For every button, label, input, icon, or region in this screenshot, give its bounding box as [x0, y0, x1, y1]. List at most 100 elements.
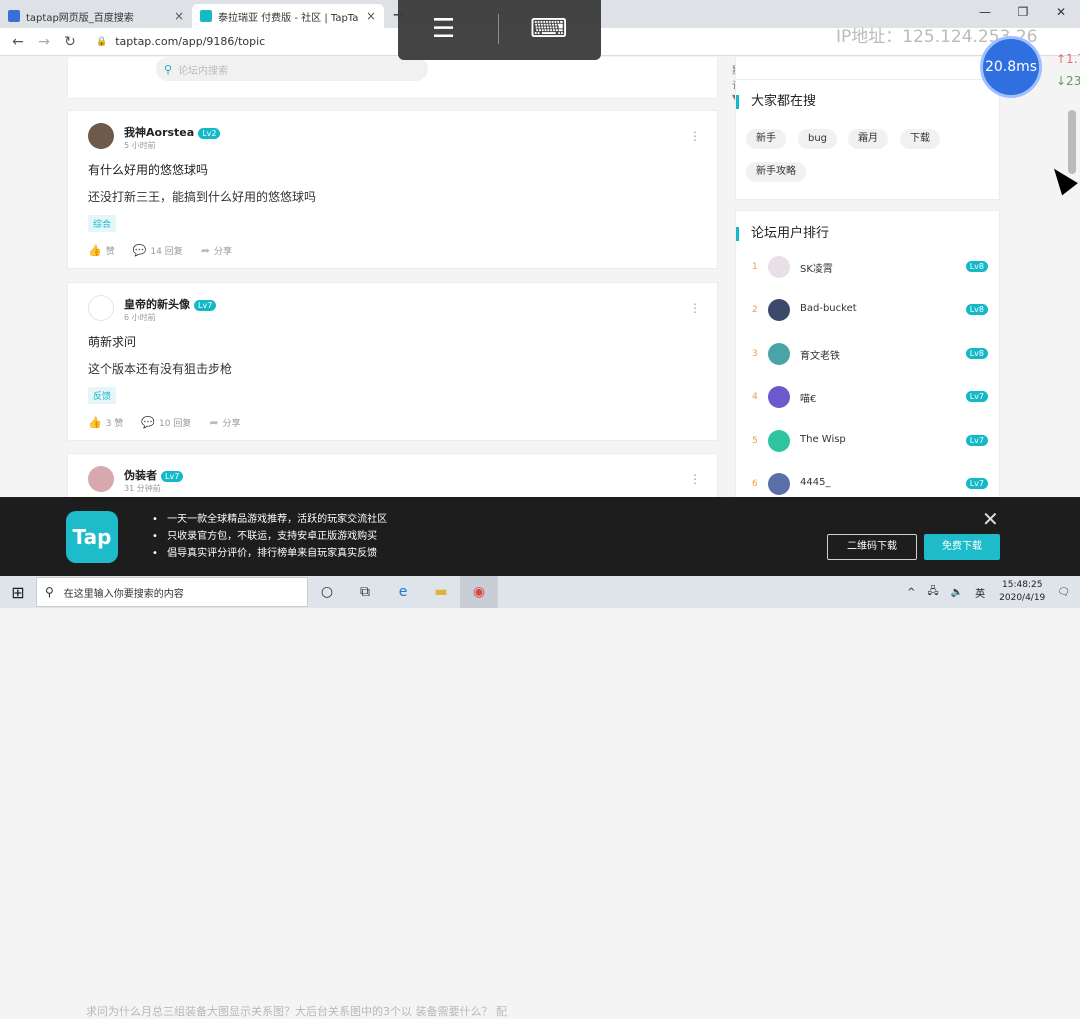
post-title[interactable]: 有什么好用的悠悠球吗: [88, 161, 208, 178]
post-body[interactable]: 这个版本还有没有狙击步枪: [88, 360, 232, 377]
post-tag[interactable]: 综合: [88, 215, 117, 232]
rank-row[interactable]: 4 喵€ Lv7: [748, 383, 988, 413]
avatar: [768, 343, 790, 365]
avatar: [768, 299, 790, 321]
author-name: 伪装者: [124, 469, 157, 482]
share-icon: ➦: [209, 416, 219, 429]
forward-icon[interactable]: →: [36, 34, 52, 50]
post-card[interactable]: 皇帝的新头像 Lv7 6 小时前 ⋮ 萌新求问 这个版本还有没有狙击步枪 反馈 👍…: [67, 282, 718, 441]
rank-number: 3: [752, 349, 758, 359]
search-placeholder: 论坛内搜索: [178, 65, 229, 77]
post-tag[interactable]: 反馈: [88, 387, 117, 404]
avatar[interactable]: [88, 123, 114, 149]
post-title[interactable]: 萌新求问: [88, 333, 136, 350]
rank-row[interactable]: 6 4445_ Lv7: [748, 470, 988, 497]
user-rank-title: 论坛用户排行: [736, 227, 829, 241]
hot-tag[interactable]: 下载: [900, 129, 940, 149]
rank-number: 2: [752, 305, 758, 315]
tab-baidu[interactable]: taptap网页版_百度搜索 ×: [0, 4, 192, 28]
post-time: 5 小时前: [124, 141, 156, 150]
menu-icon[interactable]: ☰: [432, 14, 455, 44]
cortana-icon[interactable]: ○: [308, 584, 346, 600]
share-button[interactable]: ➦ 分享: [209, 416, 240, 429]
level-badge: Lv7: [161, 471, 184, 482]
rank-name: The Wisp: [800, 434, 846, 445]
more-icon[interactable]: ⋮: [689, 129, 701, 143]
post-actions: 👍 赞 💬 14 回复 ➦ 分享: [88, 244, 250, 257]
more-icon[interactable]: ⋮: [689, 472, 701, 486]
hot-tag[interactable]: 霜月: [848, 129, 888, 149]
free-download-button[interactable]: 免费下载: [924, 534, 1000, 560]
close-tab-icon[interactable]: ×: [174, 9, 184, 23]
reload-icon[interactable]: ↻: [62, 34, 78, 50]
rank-row[interactable]: 5 The Wisp Lv7: [748, 427, 988, 457]
notification-icon[interactable]: 🗨: [1057, 587, 1070, 598]
comment-icon: 💬: [132, 244, 147, 257]
hot-tag[interactable]: 新手: [746, 129, 786, 149]
ping-indicator[interactable]: 20.8ms: [980, 36, 1042, 98]
like-button[interactable]: 👍 赞: [88, 244, 115, 257]
close-window-icon[interactable]: ✕: [1042, 0, 1080, 28]
avatar[interactable]: [88, 295, 114, 321]
divider: [498, 14, 499, 44]
post-author[interactable]: 伪装者 Lv7: [124, 467, 184, 483]
forum-search-input[interactable]: ⚲ 论坛内搜索: [156, 57, 428, 81]
hot-tag[interactable]: 新手攻略: [746, 162, 806, 182]
close-banner-icon[interactable]: ✕: [982, 507, 999, 531]
rank-row[interactable]: 1 SK凌霄 Lv8: [748, 253, 988, 283]
clock[interactable]: 15:48:25 2020/4/19: [999, 579, 1045, 605]
taskbar-search-input[interactable]: ⚲ 在这里输入你要搜索的内容: [36, 577, 308, 607]
tab-title: taptap网页版_百度搜索: [26, 12, 134, 24]
rank-row[interactable]: 2 Bad-bucket Lv8: [748, 296, 988, 326]
more-icon[interactable]: ⋮: [689, 301, 701, 315]
post-author[interactable]: 皇帝的新头像 Lv7: [124, 296, 217, 312]
rank-name: 喵€: [800, 394, 817, 405]
level-badge: Lv8: [965, 261, 988, 272]
taptap-icon: [200, 10, 212, 22]
avatar: [768, 473, 790, 495]
close-tab-icon[interactable]: ×: [366, 9, 376, 23]
url-field[interactable]: 🔒 taptap.com/app/9186/topic: [96, 35, 265, 48]
rank-name: 4445_: [800, 477, 831, 488]
reply-button[interactable]: 💬 10 回复: [141, 416, 191, 429]
thumb-up-icon: 👍: [88, 244, 102, 257]
hot-search-title: 大家都在搜: [736, 95, 816, 109]
post-body[interactable]: 还没打新三王，能搞到什么好用的悠悠球吗: [88, 188, 316, 205]
chevron-up-icon[interactable]: ^: [907, 587, 915, 598]
avatar[interactable]: [88, 466, 114, 492]
network-icon[interactable]: 🖧: [928, 584, 939, 601]
post-card[interactable]: 我神Aorstea Lv2 5 小时前 ⋮ 有什么好用的悠悠球吗 还没打新三王，能…: [67, 110, 718, 269]
post-actions: 👍 3 赞 💬 10 回复 ➦ 分享: [88, 416, 259, 429]
hot-tag[interactable]: bug: [798, 129, 838, 149]
edge-icon[interactable]: e: [384, 584, 422, 600]
taskbar-search-placeholder: 在这里输入你要搜索的内容: [63, 588, 184, 600]
rank-row[interactable]: 3 育文老铁 Lv8: [748, 340, 988, 370]
keyboard-icon[interactable]: ⌨: [530, 14, 568, 44]
chrome-icon[interactable]: ◉: [460, 576, 498, 608]
upload-rate: ↑1.7: [1056, 52, 1080, 66]
like-button[interactable]: 👍 3 赞: [88, 416, 123, 429]
task-view-icon[interactable]: ⧉: [346, 584, 384, 600]
rank-number: 6: [752, 479, 758, 489]
post-author[interactable]: 我神Aorstea Lv2: [124, 124, 221, 140]
like-count: 赞: [105, 247, 115, 257]
tab-taptap[interactable]: 泰拉瑞亚 付费版 - 社区 | TapTa ×: [192, 4, 384, 28]
reply-count: 14 回复: [150, 247, 183, 257]
reply-button[interactable]: 💬 14 回复: [133, 244, 183, 257]
taptap-logo: Tap: [66, 511, 118, 563]
banner-point: 一天一款全球精品游戏推荐，活跃的玩家交流社区: [152, 511, 387, 528]
ime-indicator[interactable]: 英: [975, 585, 985, 600]
share-label: 分享: [222, 419, 241, 429]
file-explorer-icon[interactable]: ▬: [422, 584, 460, 600]
banner-point: 倡导真实评分评价，排行榜单来自玩家真实反馈: [152, 545, 387, 562]
scrollbar-thumb[interactable]: [1068, 110, 1076, 174]
volume-icon[interactable]: 🔈: [951, 587, 963, 598]
post-time: 31 分钟前: [124, 484, 161, 493]
post-card[interactable]: 伪装者 Lv7 31 分钟前 ⋮: [67, 453, 718, 497]
back-icon[interactable]: ←: [10, 34, 26, 50]
like-count: 3 赞: [105, 419, 124, 429]
windows-start-icon[interactable]: ⊞: [0, 583, 36, 602]
share-button[interactable]: ➦ 分享: [201, 244, 232, 257]
level-badge: Lv2: [198, 128, 221, 139]
qr-download-button[interactable]: 二维码下载: [827, 534, 917, 560]
